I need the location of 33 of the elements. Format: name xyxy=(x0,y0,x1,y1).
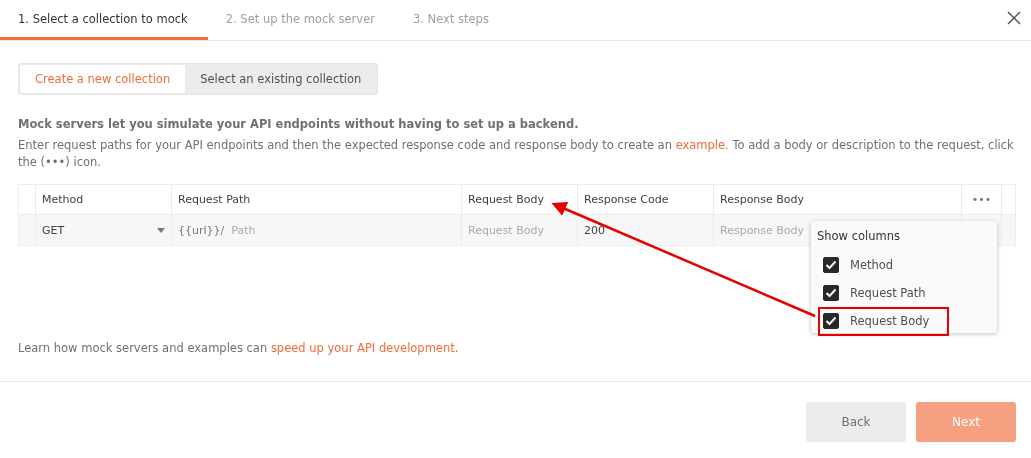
check-icon xyxy=(825,316,837,326)
column-option[interactable]: Request Path xyxy=(811,279,997,307)
checkbox[interactable] xyxy=(823,285,839,301)
check-icon xyxy=(825,288,837,298)
column-option[interactable]: Method xyxy=(811,251,997,279)
more-button[interactable]: ••• xyxy=(961,185,1001,214)
step-tab[interactable]: 1. Select a collection to mock xyxy=(0,0,208,40)
checkbox[interactable] xyxy=(823,257,839,273)
checkbox[interactable] xyxy=(823,313,839,329)
path-field[interactable]: {{url}}/ Path xyxy=(171,215,461,245)
column-header: Request Path xyxy=(171,185,461,214)
column-header: Request Body xyxy=(461,185,577,214)
development-link[interactable]: speed up your API development. xyxy=(270,341,459,355)
collection-tab[interactable]: Select an existing collection xyxy=(185,65,377,93)
collection-tab[interactable]: Create a new collection xyxy=(20,65,186,93)
step-tab[interactable]: 2. Set up the mock server xyxy=(207,0,395,40)
menu-title: Show columns xyxy=(816,228,901,245)
column-header: Method xyxy=(35,185,171,214)
method-select[interactable]: GET xyxy=(35,215,171,245)
column-header: Response Body xyxy=(713,185,961,214)
step-tab[interactable]: 3. Next steps xyxy=(394,0,509,40)
column-header: Response Code xyxy=(577,185,713,214)
request-body-field[interactable]: Request Body xyxy=(461,215,577,245)
close-icon[interactable] xyxy=(1007,11,1021,25)
footer-note: Learn how mock servers and examples can speed up your API development. xyxy=(18,341,460,355)
check-icon xyxy=(825,260,837,270)
column-option[interactable]: Request Body xyxy=(811,307,997,333)
description-text: Enter request paths for your API endpoints and then the expected response code and response body to create an example. To add a body or description to the request, click the (•••) icon. xyxy=(18,137,1015,171)
caret-icon xyxy=(157,227,165,233)
back-button[interactable]: Back xyxy=(806,402,906,442)
response-code-field[interactable]: 200 xyxy=(577,215,713,245)
intro-text: Mock servers let you simulate your API endpoints without having to set up a backend. xyxy=(18,117,580,131)
example-link[interactable]: example. xyxy=(675,138,729,152)
